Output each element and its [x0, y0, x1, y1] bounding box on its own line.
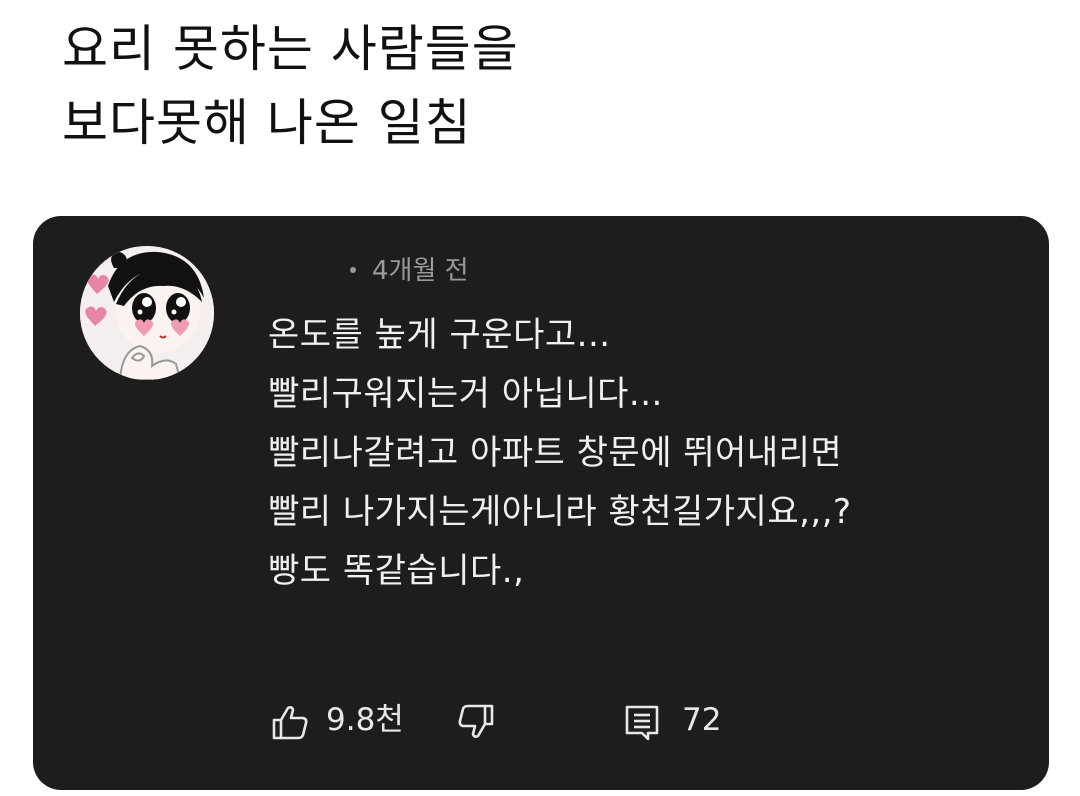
- comment-actions: 9.8천 72: [270, 696, 770, 746]
- comment-line-1: 온도를 높게 구운다고...: [268, 315, 611, 355]
- avatar[interactable]: [80, 246, 214, 380]
- post-title-line-1: 요리 못하는 사람들을: [62, 20, 519, 78]
- reply-count[interactable]: 72: [682, 700, 721, 740]
- comment-text: 온도를 높게 구운다고... 빨리구워지는거 아닙니다... 빨리나갈려고 아파…: [268, 306, 852, 601]
- like-count: 9.8천: [326, 702, 404, 738]
- thumbs-up-icon[interactable]: [270, 702, 310, 742]
- post-title-line-2: 보다못해 나온 일침: [62, 94, 472, 152]
- comment-timestamp: 4개월 전: [372, 256, 469, 286]
- comment-icon[interactable]: [622, 702, 662, 742]
- comment-line-5: 빵도 똑같습니다.,: [268, 551, 525, 591]
- comment-line-3: 빨리나갈려고 아파트 창문에 뛰어내리면: [268, 433, 843, 473]
- thumbs-down-icon[interactable]: [456, 702, 496, 742]
- timestamp-bullet: [350, 267, 356, 273]
- comment-line-4: 빨리 나가지는게아니라 황천길가지요,,,?: [268, 492, 852, 532]
- comment-line-2: 빨리구워지는거 아닙니다...: [268, 374, 663, 414]
- avatar-cartoon-girl-image: [80, 246, 214, 380]
- post-title: 요리 못하는 사람들을 보다못해 나온 일침: [62, 12, 519, 160]
